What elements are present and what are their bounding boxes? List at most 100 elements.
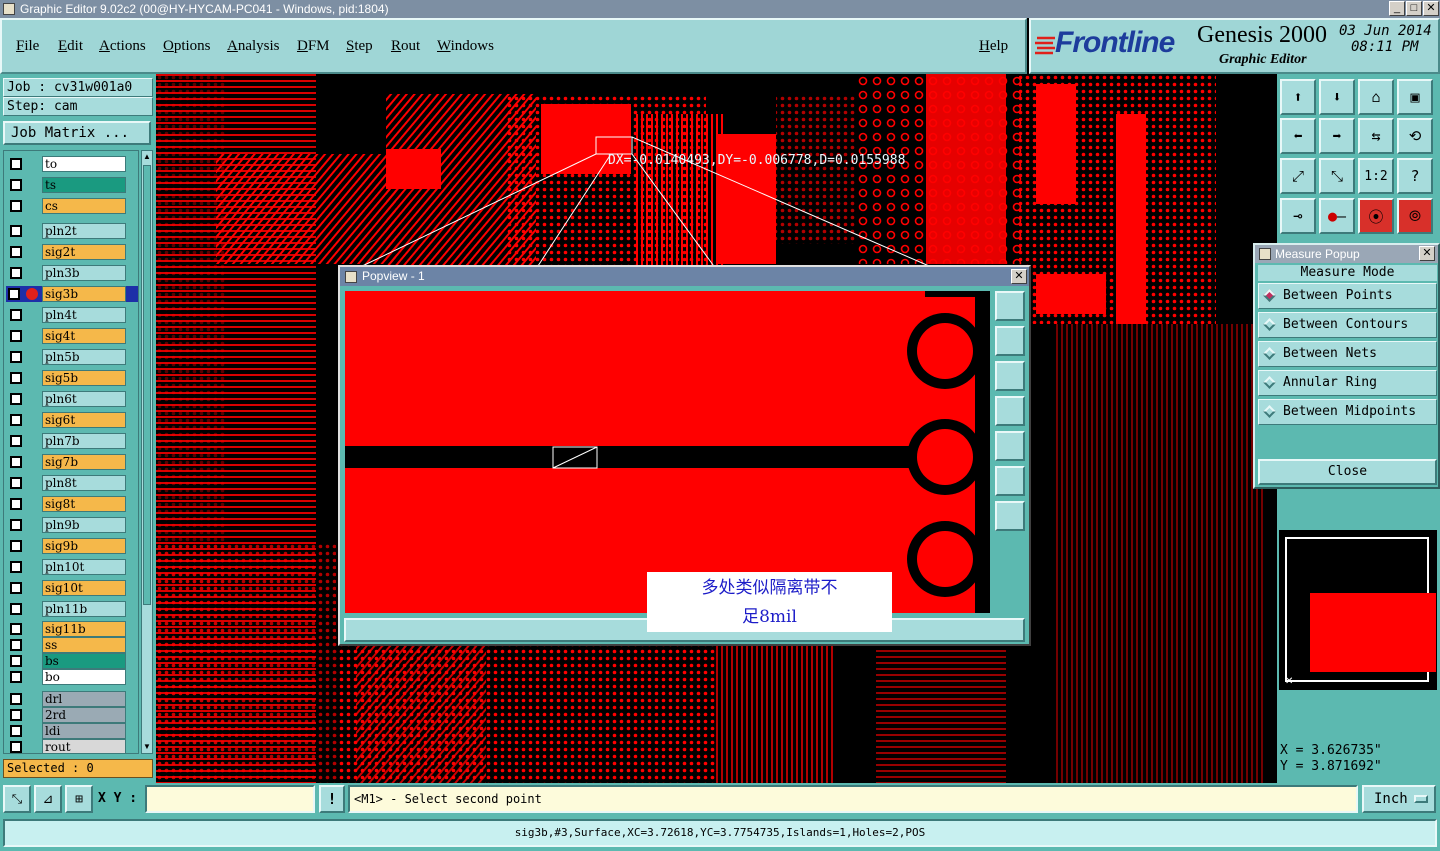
layer-row[interactable]: pln4t	[6, 307, 138, 323]
option-between-points[interactable]: Between Points	[1258, 283, 1437, 309]
layer-checkbox[interactable]	[10, 372, 22, 384]
popview-close-icon[interactable]: ✕	[1011, 269, 1027, 284]
units-dropdown[interactable]: Inch	[1362, 785, 1436, 813]
layer-row[interactable]: sig6t	[6, 412, 138, 428]
layer-checkbox[interactable]	[10, 393, 22, 405]
layer-checkbox[interactable]	[10, 671, 22, 683]
layer-row[interactable]: sig8t	[6, 496, 138, 512]
measure-close-button[interactable]: Close	[1258, 459, 1437, 485]
layer-row[interactable]: pln7b	[6, 433, 138, 449]
layer-checkbox[interactable]	[10, 200, 22, 212]
popview-pan-left-icon[interactable]	[995, 396, 1025, 426]
measure-icon[interactable]: ● —	[1319, 198, 1355, 234]
popview-zoom-in-icon[interactable]	[995, 466, 1025, 496]
layer-row[interactable]: pln9b	[6, 517, 138, 533]
scroll-thumb[interactable]	[143, 165, 151, 605]
layer-checkbox[interactable]	[10, 623, 22, 635]
layer-checkbox[interactable]	[10, 309, 22, 321]
mirror-view-icon[interactable]: ⇆	[1358, 118, 1394, 154]
layer-row[interactable]: pln10t	[6, 559, 138, 575]
measure-popup-close-icon[interactable]: ✕	[1419, 246, 1435, 261]
layer-checkbox[interactable]	[10, 246, 22, 258]
layer-checkbox[interactable]	[10, 498, 22, 510]
zoom-out-icon[interactable]: ⤡	[1319, 158, 1355, 194]
maximize-button[interactable]: □	[1406, 1, 1422, 16]
layer-row[interactable]: 2rd	[6, 707, 138, 723]
layer-row[interactable]: ldi	[6, 723, 138, 739]
menu-rout[interactable]: Rout	[391, 38, 420, 55]
layer-row[interactable]: pln2t	[6, 223, 138, 239]
layer-row[interactable]: pln11b	[6, 601, 138, 617]
layer-row[interactable]: sig7b	[6, 454, 138, 470]
option-between-nets[interactable]: Between Nets	[1258, 341, 1437, 367]
layer-checkbox[interactable]	[10, 655, 22, 667]
drc-icon[interactable]: ⦾	[1397, 198, 1433, 234]
menu-edit[interactable]: Edit	[58, 38, 83, 55]
layer-checkbox[interactable]	[10, 639, 22, 651]
layer-row[interactable]: drl	[6, 691, 138, 707]
pan-up-icon[interactable]: ⬆	[1280, 79, 1316, 115]
layer-checkbox[interactable]	[10, 519, 22, 531]
layer-row[interactable]: bs	[6, 653, 138, 669]
layer-row[interactable]: pln3b	[6, 265, 138, 281]
layer-row[interactable]: sig9b	[6, 538, 138, 554]
pan-down-icon[interactable]: ⬇	[1319, 79, 1355, 115]
layer-checkbox[interactable]	[10, 693, 22, 705]
layer-row[interactable]: rout	[6, 739, 138, 753]
option-between-contours[interactable]: Between Contours	[1258, 312, 1437, 338]
menu-help[interactable]: Help	[979, 38, 1008, 55]
layer-checkbox[interactable]	[10, 456, 22, 468]
zoom-ratio-icon[interactable]: 1:2	[1358, 158, 1394, 194]
grid-icon[interactable]: ⊞	[65, 785, 93, 813]
net-analyzer-icon[interactable]: ⦿	[1358, 198, 1394, 234]
popview-canvas[interactable]	[345, 291, 990, 613]
layer-checkbox[interactable]	[10, 414, 22, 426]
zoom-in-icon[interactable]: ⤢	[1280, 158, 1316, 194]
alert-icon[interactable]: !	[319, 785, 345, 813]
layer-row[interactable]: ts	[6, 177, 138, 193]
layer-row[interactable]: sig11b	[6, 621, 138, 637]
xy-input[interactable]	[145, 785, 315, 813]
layer-list-scrollbar[interactable]: ▲ ▼	[141, 150, 153, 754]
option-between-midpoints[interactable]: Between Midpoints	[1258, 399, 1437, 425]
layer-row[interactable]: sig10t	[6, 580, 138, 596]
option-annular-ring[interactable]: Annular Ring	[1258, 370, 1437, 396]
layer-row[interactable]: ss	[6, 637, 138, 653]
popview-pan-up-icon[interactable]	[995, 326, 1025, 356]
mini-map[interactable]: ✕	[1279, 530, 1437, 690]
layer-checkbox[interactable]	[10, 725, 22, 737]
layer-checkbox[interactable]	[10, 179, 22, 191]
layer-checkbox[interactable]	[10, 267, 22, 279]
layer-checkbox[interactable]	[10, 561, 22, 573]
popview-pan-down-icon[interactable]	[995, 361, 1025, 391]
layer-row[interactable]: to	[6, 156, 138, 172]
popview-zoom-out-icon[interactable]	[995, 501, 1025, 531]
snap-icon[interactable]: ⊸	[1280, 198, 1316, 234]
layer-checkbox[interactable]	[10, 709, 22, 721]
layer-checkbox[interactable]	[10, 225, 22, 237]
layer-checkbox[interactable]	[10, 158, 22, 170]
job-matrix-button[interactable]: Job Matrix ...	[3, 121, 151, 145]
scroll-down-icon[interactable]: ▼	[143, 742, 151, 752]
measure-popup-title-bar[interactable]: Measure Popup ✕	[1255, 245, 1438, 263]
layer-row[interactable]: pln8t	[6, 475, 138, 491]
layer-checkbox[interactable]	[10, 540, 22, 552]
layer-checkbox[interactable]	[10, 351, 22, 363]
select-arrow-icon[interactable]: ⤡	[3, 785, 31, 813]
redraw-icon[interactable]: ⟲	[1397, 118, 1433, 154]
layer-checkbox[interactable]	[10, 330, 22, 342]
menu-dfm[interactable]: DFM	[297, 38, 330, 55]
pan-left-icon[interactable]: ⬅	[1280, 118, 1316, 154]
popview-title-bar[interactable]: Popview - 1 ✕	[340, 267, 1029, 286]
scroll-up-icon[interactable]: ▲	[143, 152, 151, 162]
layer-row[interactable]: sig2t	[6, 244, 138, 260]
layer-row[interactable]: bo	[6, 669, 138, 685]
layer-row[interactable]: sig4t	[6, 328, 138, 344]
layer-row[interactable]: cs	[6, 198, 138, 214]
popview-zoom-window-icon[interactable]	[995, 291, 1025, 321]
minimize-button[interactable]: _	[1389, 1, 1405, 16]
query-icon[interactable]: ?	[1397, 158, 1433, 194]
menu-step[interactable]: Step	[346, 38, 373, 55]
layer-checkbox[interactable]	[10, 477, 22, 489]
popview-pan-right-icon[interactable]	[995, 431, 1025, 461]
